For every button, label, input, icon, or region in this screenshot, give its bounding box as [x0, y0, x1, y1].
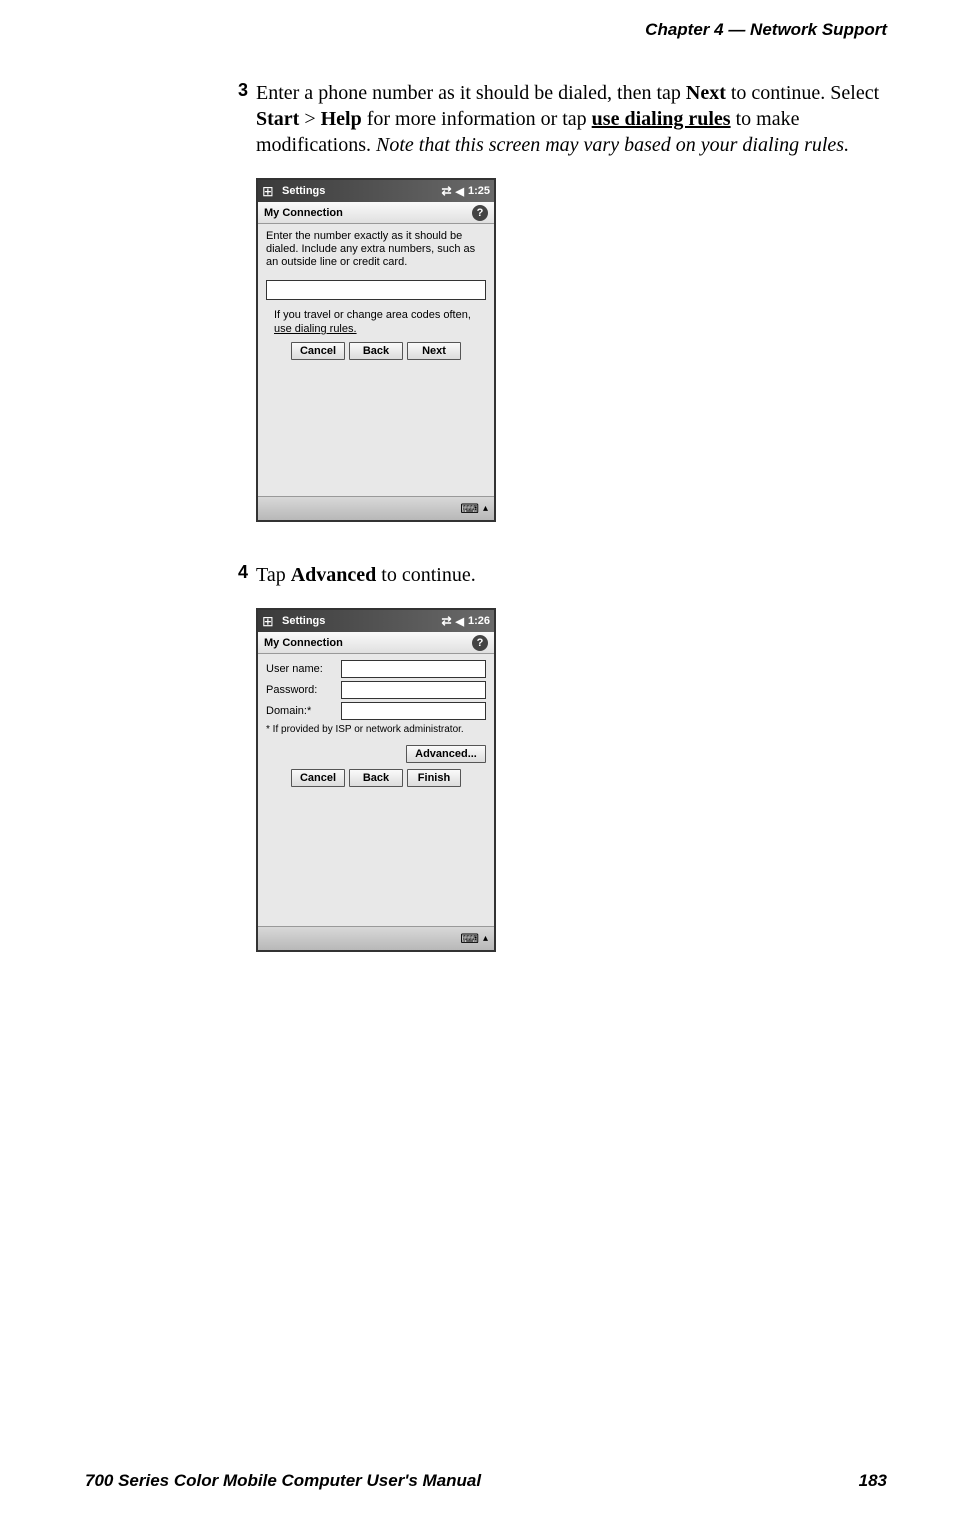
footer-page: 183: [859, 1471, 887, 1491]
network-icon[interactable]: [441, 184, 451, 198]
titlebar-left: ⊞ Settings: [262, 183, 325, 199]
sub-header: My Connection ?: [258, 632, 494, 654]
advanced-row: Advanced...: [266, 745, 486, 763]
titlebar: ⊞ Settings 1:26: [258, 610, 494, 632]
arrow-up-icon[interactable]: ▴: [483, 933, 488, 944]
connection-title: My Connection: [264, 637, 343, 649]
step-text: Tap Advanced to continue.: [256, 562, 476, 588]
volume-icon[interactable]: [456, 615, 464, 628]
titlebar-right: 1:25: [441, 184, 490, 198]
step-number: 4: [220, 562, 248, 588]
screen-body: User name: Password: Domain:* * If provi…: [258, 654, 494, 854]
keyboard-icon[interactable]: ⌨: [460, 501, 479, 517]
back-button[interactable]: Back: [349, 769, 403, 787]
next-button[interactable]: Next: [407, 342, 461, 360]
row-domain: Domain:*: [266, 702, 486, 720]
finish-button[interactable]: Finish: [407, 769, 461, 787]
clock: 1:26: [468, 615, 490, 627]
step-3: 3 Enter a phone number as it should be d…: [220, 80, 892, 158]
screenshot-credentials: ⊞ Settings 1:26 My Connection ? User nam…: [256, 608, 496, 952]
empty-area: [258, 854, 494, 926]
bottom-bar: ⌨ ▴: [258, 496, 494, 520]
page-content: 3 Enter a phone number as it should be d…: [220, 80, 892, 992]
cancel-button[interactable]: Cancel: [291, 769, 345, 787]
footer-manual: 700 Series Color Mobile Computer User's …: [85, 1471, 481, 1491]
window-title: Settings: [282, 185, 325, 197]
button-row: Cancel Back Next: [266, 342, 486, 360]
phone-number-input[interactable]: [266, 280, 486, 300]
screenshot-dialing: ⊞ Settings 1:25 My Connection ? Enter th…: [256, 178, 496, 522]
domain-input[interactable]: [341, 702, 486, 720]
titlebar-right: 1:26: [441, 614, 490, 628]
step-number: 3: [220, 80, 248, 158]
button-row: Cancel Back Finish: [266, 769, 486, 787]
chapter-title: Network Support: [750, 20, 887, 39]
network-icon[interactable]: [441, 614, 451, 628]
sub-header: My Connection ?: [258, 202, 494, 224]
username-input[interactable]: [341, 660, 486, 678]
clock: 1:25: [468, 185, 490, 197]
start-icon[interactable]: ⊞: [262, 183, 278, 199]
volume-icon[interactable]: [456, 185, 464, 198]
domain-label: Domain:*: [266, 705, 341, 717]
keyboard-icon[interactable]: ⌨: [460, 931, 479, 947]
page-header: Chapter 4 — Network Support: [645, 20, 887, 40]
hint-text: If you travel or change area codes often…: [266, 308, 486, 337]
empty-area: [258, 424, 494, 496]
connection-title: My Connection: [264, 207, 343, 219]
back-button[interactable]: Back: [349, 342, 403, 360]
step-text: Enter a phone number as it should be dia…: [256, 80, 892, 158]
row-username: User name:: [266, 660, 486, 678]
screen-body: Enter the number exactly as it should be…: [258, 224, 494, 424]
bottom-bar: ⌨ ▴: [258, 926, 494, 950]
cancel-button[interactable]: Cancel: [291, 342, 345, 360]
arrow-up-icon[interactable]: ▴: [483, 503, 488, 514]
password-input[interactable]: [341, 681, 486, 699]
step-4: 4 Tap Advanced to continue.: [220, 562, 892, 588]
header-sep: —: [724, 20, 750, 39]
help-icon[interactable]: ?: [472, 205, 488, 221]
footnote: * If provided by ISP or network administ…: [266, 724, 486, 735]
titlebar: ⊞ Settings 1:25: [258, 180, 494, 202]
advanced-button[interactable]: Advanced...: [406, 745, 486, 763]
dialing-rules-link[interactable]: use dialing rules.: [274, 323, 357, 335]
row-password: Password:: [266, 681, 486, 699]
titlebar-left: ⊞ Settings: [262, 613, 325, 629]
chapter-label: Chapter 4: [645, 20, 723, 39]
start-icon[interactable]: ⊞: [262, 613, 278, 629]
window-title: Settings: [282, 615, 325, 627]
password-label: Password:: [266, 684, 341, 696]
help-icon[interactable]: ?: [472, 635, 488, 651]
username-label: User name:: [266, 663, 341, 675]
instruction-text: Enter the number exactly as it should be…: [266, 230, 486, 270]
